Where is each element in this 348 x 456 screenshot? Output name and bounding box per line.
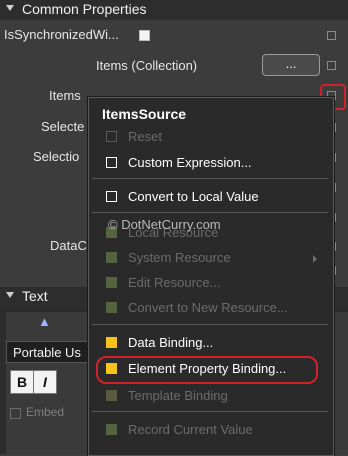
submenu-arrow-icon	[313, 255, 317, 263]
menu-item-custom-expression[interactable]: Custom Expression...	[106, 153, 326, 173]
collapse-triangle-icon[interactable]	[6, 292, 14, 298]
common-properties-header[interactable]: Common Properties	[0, 0, 348, 20]
checkbox-icon	[106, 191, 117, 202]
menu-separator	[92, 411, 328, 412]
common-properties-title: Common Properties	[22, 1, 147, 17]
menu-separator	[92, 324, 328, 325]
is-synchronized-label: IsSynchronizedWi...	[4, 27, 119, 42]
binding-icon	[106, 337, 117, 348]
bold-button[interactable]: B	[10, 370, 34, 394]
font-icon: ▲	[38, 314, 51, 329]
menu-separator	[92, 178, 328, 179]
embed-label: Embed	[26, 405, 65, 419]
menu-item-record-value[interactable]: Record Current Value	[106, 420, 326, 440]
property-marker-icon[interactable]	[327, 31, 336, 40]
resource-icon	[106, 302, 117, 313]
menu-title: ItemsSource	[102, 106, 187, 122]
property-marker-icon[interactable]	[327, 61, 336, 70]
menu-separator	[92, 212, 328, 213]
items-label: Items (Collection)	[96, 58, 198, 73]
watermark: © DotNetCurry.com	[108, 217, 221, 232]
items-source-label: Items	[49, 88, 81, 103]
element-binding-highlight	[96, 356, 318, 384]
embed-checkbox[interactable]	[10, 408, 21, 419]
menu-item-system-resource[interactable]: System Resource	[106, 248, 326, 268]
menu-item-reset[interactable]: Reset	[106, 127, 326, 147]
menu-item-edit-resource[interactable]: Edit Resource...	[106, 273, 326, 293]
menu-item-data-binding[interactable]: Data Binding...	[106, 333, 326, 353]
italic-button[interactable]: I	[33, 370, 57, 394]
checkbox-icon	[106, 157, 117, 168]
resource-icon	[106, 277, 117, 288]
selection-label: Selectio	[33, 149, 80, 164]
is-synchronized-checkbox[interactable]	[139, 30, 150, 41]
menu-item-convert-local[interactable]: Convert to Local Value	[106, 187, 326, 207]
selected-label: Selecte	[41, 119, 85, 134]
data-context-label: DataC	[50, 238, 87, 253]
resource-icon	[106, 252, 117, 263]
items-collection-button[interactable]: ...	[262, 54, 320, 76]
collapse-triangle-icon[interactable]	[6, 5, 14, 11]
checkbox-icon	[106, 131, 117, 142]
binding-icon	[106, 390, 117, 401]
record-icon	[106, 424, 117, 435]
menu-item-new-resource[interactable]: Convert to New Resource...	[106, 298, 326, 318]
font-family-select[interactable]: Portable Us	[6, 341, 90, 363]
text-section-title: Text	[22, 288, 48, 304]
menu-item-template-binding[interactable]: Template Binding	[106, 386, 326, 406]
